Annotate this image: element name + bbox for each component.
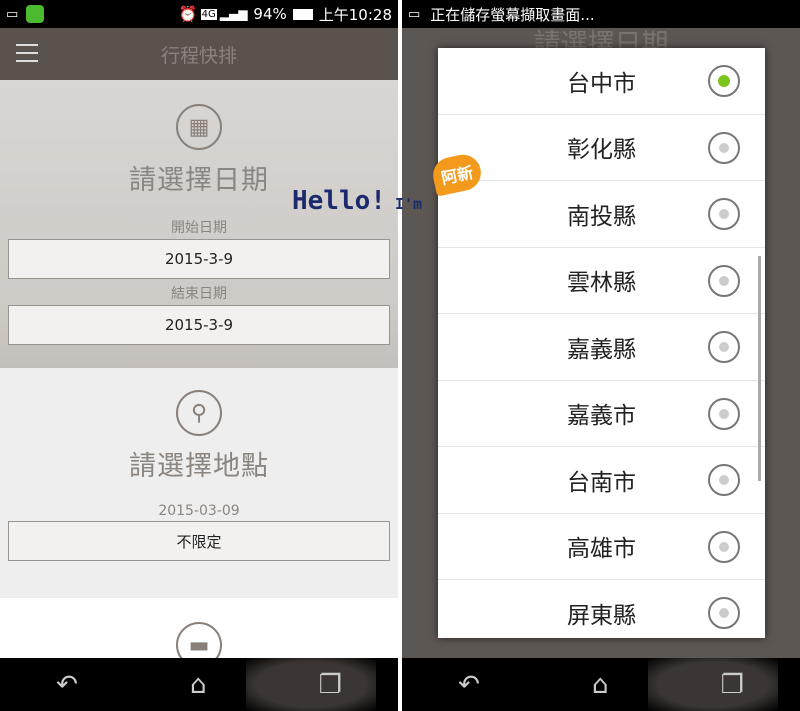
city-option[interactable]: 屏東縣 <box>438 580 765 638</box>
menu-icon[interactable] <box>16 44 38 62</box>
right-screen: 請選擇日期 ▭ 正在儲存螢幕擷取畫面... 台中市 彰化縣 南投縣 雲林縣 嘉義縣 嘉義市… <box>402 0 800 711</box>
signal-icon: ▂▄▆ <box>219 7 248 21</box>
date-section: ▦ 請選擇日期 開始日期 2015-3-9 結束日期 2015-3-9 <box>0 80 398 368</box>
city-option[interactable]: 彰化縣 <box>438 115 765 181</box>
line-app-icon <box>26 5 45 23</box>
radio-button[interactable] <box>708 131 740 164</box>
city-label: 彰化縣 <box>567 137 636 164</box>
city-option[interactable]: 台中市 <box>438 48 765 115</box>
status-bar: ▭ 正在儲存螢幕擷取畫面... <box>402 0 800 28</box>
city-label: 高雄市 <box>567 536 636 563</box>
city-label: 嘉義縣 <box>567 336 636 363</box>
gallery-icon: ▭ <box>6 6 19 22</box>
city-picker-dialog: 台中市彰化縣南投縣雲林縣嘉義縣嘉義市台南市高雄市屏東縣 <box>438 48 765 638</box>
status-bar: ▭ ⏰ 4G ▂▄▆ 94% 上午10:28 <box>0 0 398 28</box>
place-section: ⚲ 請選擇地點 2015-03-09 不限定 <box>0 368 398 598</box>
radio-button[interactable] <box>708 264 740 297</box>
scrollbar[interactable] <box>758 256 761 481</box>
home-icon[interactable]: ⌂ <box>190 670 207 700</box>
app-bar: 行程快排 <box>0 28 398 80</box>
back-icon[interactable]: ↶ <box>56 670 78 700</box>
calendar-add-icon: ▦ <box>176 104 222 150</box>
radio-button[interactable] <box>708 530 740 563</box>
radio-button[interactable] <box>708 65 740 97</box>
city-option[interactable]: 嘉義市 <box>438 381 765 447</box>
city-option[interactable]: 台南市 <box>438 447 765 514</box>
section-title: 請選擇地點 <box>129 451 269 482</box>
city-option[interactable]: 嘉義縣 <box>438 314 765 381</box>
notification-text: 正在儲存螢幕擷取畫面... <box>430 5 595 24</box>
watermark-logo: Hello! I'm <box>292 186 423 216</box>
city-option[interactable]: 高雄市 <box>438 514 765 580</box>
start-date-field[interactable]: 2015-3-9 <box>8 239 390 279</box>
nav-bar: ↶ ⌂ ❐ <box>0 658 398 711</box>
recent-apps-icon[interactable]: ❐ <box>319 670 342 700</box>
radio-button[interactable] <box>708 464 740 496</box>
radio-button[interactable] <box>708 331 740 363</box>
nav-bar: ↶ ⌂ ❐ <box>402 658 800 711</box>
back-icon[interactable]: ↶ <box>458 670 480 700</box>
place-field[interactable]: 不限定 <box>8 521 390 561</box>
end-date-label: 結束日期 <box>171 286 227 302</box>
city-label: 嘉義市 <box>567 403 636 430</box>
folder-section: ▬ <box>0 598 398 668</box>
alarm-icon: ⏰ <box>178 5 198 23</box>
city-option[interactable]: 南投縣 <box>438 181 765 248</box>
city-label: 台南市 <box>567 469 636 496</box>
radio-button[interactable] <box>708 397 740 430</box>
radio-button[interactable] <box>708 198 740 230</box>
app-title: 行程快排 <box>160 44 237 67</box>
place-date-label: 2015-03-09 <box>158 503 240 519</box>
city-label: 南投縣 <box>567 203 636 230</box>
city-label: 台中市 <box>567 70 636 97</box>
network-type: 4G <box>200 8 217 20</box>
city-option[interactable]: 雲林縣 <box>438 248 765 314</box>
city-label: 屏東縣 <box>567 602 636 629</box>
start-date-label: 開始日期 <box>171 220 227 236</box>
recent-apps-icon[interactable]: ❐ <box>721 670 744 700</box>
location-pin-icon: ⚲ <box>176 390 222 436</box>
clock: 上午10:28 <box>318 5 392 24</box>
city-label: 雲林縣 <box>567 270 636 297</box>
end-date-field[interactable]: 2015-3-9 <box>8 305 390 345</box>
radio-button[interactable] <box>708 597 740 629</box>
left-screen: ▭ ⏰ 4G ▂▄▆ 94% 上午10:28 行程快排 ▦ 請選擇日期 開始日期… <box>0 0 398 711</box>
home-icon[interactable]: ⌂ <box>592 670 609 700</box>
battery-percent: 94% <box>253 5 287 23</box>
battery-icon <box>292 8 313 20</box>
gallery-icon: ▭ <box>408 6 421 22</box>
